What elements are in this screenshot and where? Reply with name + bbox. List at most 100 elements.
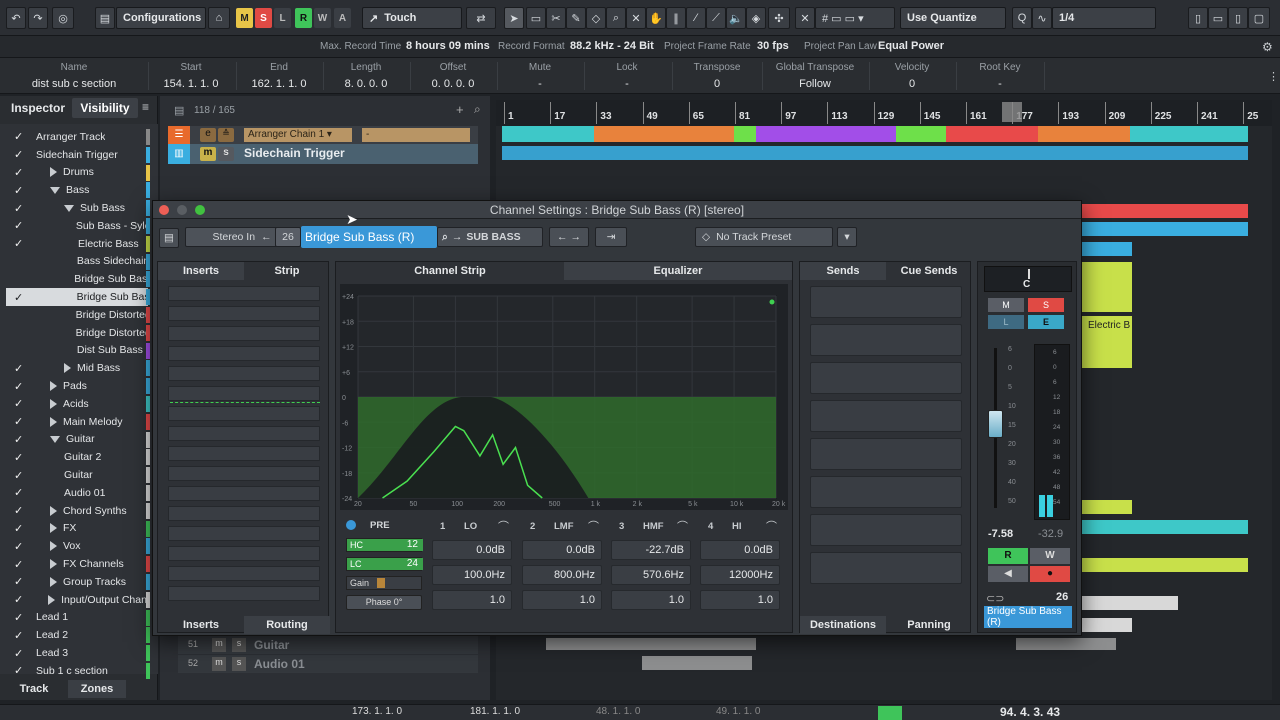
mode-s[interactable]: S xyxy=(255,8,272,28)
listen-button[interactable]: L xyxy=(988,315,1024,329)
audio-part[interactable] xyxy=(1082,222,1248,236)
solo-button[interactable]: s xyxy=(232,657,246,671)
root-key-value[interactable]: - xyxy=(956,78,1044,90)
checkmark-icon[interactable]: ✓ xyxy=(14,611,28,624)
visibility-row[interactable]: ✓ Vox xyxy=(6,537,148,555)
transpose-value[interactable]: 0 xyxy=(672,78,762,90)
mute-button[interactable]: M xyxy=(988,298,1024,312)
sidechain-track-row[interactable]: ▥ m s Sidechain Trigger xyxy=(168,144,478,164)
tab-inserts-bottom[interactable]: Inserts xyxy=(158,616,244,634)
checkmark-icon[interactable]: ✓ xyxy=(14,558,28,571)
arranger-mode-icon[interactable]: ≙ xyxy=(218,128,234,142)
lock-value[interactable]: - xyxy=(584,78,670,90)
layout-left-icon[interactable]: ▯ xyxy=(1188,7,1208,29)
snap-mode-icon[interactable]: ✣ xyxy=(768,7,790,29)
snap-type-dropdown[interactable]: # ▭ ▭ ▾ xyxy=(815,7,895,29)
checkmark-icon[interactable]: ✓ xyxy=(14,148,28,161)
global-transpose-value[interactable]: Follow xyxy=(762,78,868,90)
checkmark-icon[interactable]: ✓ xyxy=(14,629,28,642)
quantize-value-dropdown[interactable]: 1/4 xyxy=(1052,7,1156,29)
checkmark-icon[interactable]: ✓ xyxy=(14,130,28,143)
timeline-ruler[interactable]: 1 17 33 49 65 81 97 113 129 145 161 177 193 209 225 241… xyxy=(496,100,1272,126)
track-preset-dropdown[interactable]: ◇ No Track Preset xyxy=(695,227,833,247)
visibility-row[interactable]: ✓ Sidechain Trigger xyxy=(6,146,148,164)
layout-right-icon[interactable]: ▯ xyxy=(1228,7,1248,29)
checkmark-icon[interactable]: ✓ xyxy=(14,166,28,179)
left-locator[interactable]: 173. 1. 1. 0 xyxy=(352,706,402,717)
link-icon[interactable]: ⇥ xyxy=(595,227,627,247)
audio-part[interactable]: Electric B xyxy=(1082,316,1132,368)
output-routing[interactable]: ⌕ → SUB BASS xyxy=(437,227,543,247)
home-icon[interactable]: ⌂ xyxy=(208,7,230,29)
checkmark-icon[interactable]: ✓ xyxy=(14,202,28,215)
visibility-row[interactable]: ✓ Electric Bass xyxy=(6,235,148,253)
write-automation-button[interactable]: W xyxy=(1030,548,1070,564)
color-tool-icon[interactable]: ◈ xyxy=(746,7,766,29)
pointer-tool-icon[interactable]: ➤ xyxy=(504,7,524,29)
audio-part[interactable] xyxy=(1082,242,1132,256)
tab-strip[interactable]: Strip xyxy=(244,262,330,280)
cycle-marker[interactable] xyxy=(1002,102,1022,122)
visibility-row[interactable]: Bass Sidechain xyxy=(6,253,148,271)
visibility-row[interactable]: ✓ Group Tracks xyxy=(6,573,148,591)
velocity-value[interactable]: 0 xyxy=(869,78,955,90)
send-slot[interactable] xyxy=(810,438,962,470)
insert-slot[interactable] xyxy=(168,446,320,461)
eq-band-shape-icon[interactable]: ⌒ xyxy=(677,518,688,534)
audio-part[interactable] xyxy=(642,656,752,670)
track-row-guitar[interactable]: 51 m s Guitar xyxy=(178,636,478,654)
add-track-icon[interactable]: + xyxy=(456,102,464,117)
send-slot[interactable] xyxy=(810,324,962,356)
visibility-row[interactable]: Dist Sub Bass - xyxy=(6,342,148,360)
history-icon[interactable]: ◎ xyxy=(52,7,74,29)
eq-q-field[interactable]: 1.0 xyxy=(522,590,602,610)
audio-part[interactable] xyxy=(1082,500,1132,514)
pen-tool-icon[interactable]: ✎ xyxy=(566,7,586,29)
checkmark-icon[interactable]: ✓ xyxy=(14,397,28,410)
visibility-row[interactable]: ✓ Mid Bass xyxy=(6,359,148,377)
channel-number[interactable]: 26 xyxy=(275,227,301,247)
tab-sends[interactable]: Sends xyxy=(800,262,886,280)
eraser-tool-icon[interactable]: ◇ xyxy=(586,7,606,29)
eq-freq-field[interactable]: 12000Hz xyxy=(700,565,780,585)
minimize-icon[interactable] xyxy=(177,205,187,215)
mode-r[interactable]: R xyxy=(295,8,312,28)
visibility-row[interactable]: ✓ Guitar xyxy=(6,431,148,449)
visibility-row[interactable]: ✓ Main Melody xyxy=(6,413,148,431)
midi-part[interactable] xyxy=(502,146,1248,160)
nav-arrows[interactable]: ← → xyxy=(549,227,589,247)
edit-icon[interactable]: e xyxy=(200,128,216,142)
chevron-down-icon[interactable]: ▾ xyxy=(837,227,857,247)
insert-slot[interactable] xyxy=(168,346,320,361)
time-display[interactable]: 94. 4. 3. 43 xyxy=(1000,705,1060,719)
zoom-tool-icon[interactable]: ⌕ xyxy=(606,7,626,29)
mute-value[interactable]: - xyxy=(497,78,583,90)
swing-icon[interactable]: ∿ xyxy=(1032,7,1052,29)
pan-control[interactable]: C xyxy=(984,266,1072,292)
arranger-segment[interactable] xyxy=(946,126,1038,142)
arranger-segment[interactable] xyxy=(734,126,756,142)
insert-slot[interactable] xyxy=(168,406,320,421)
window-title-bar[interactable]: Channel Settings : Bridge Sub Bass (R) [… xyxy=(153,201,1081,219)
expand-icon[interactable] xyxy=(50,167,57,178)
visibility-row[interactable]: ✓ Bass xyxy=(6,181,148,199)
checkmark-icon[interactable]: ✓ xyxy=(14,504,28,517)
eq-q-field[interactable]: 1.0 xyxy=(700,590,780,610)
mute-tool-icon[interactable]: ✕ xyxy=(626,7,646,29)
insert-slot[interactable] xyxy=(168,326,320,341)
channel-name-field[interactable]: Bridge Sub Bass (R) xyxy=(301,226,437,248)
read-automation-button[interactable]: R xyxy=(988,548,1028,564)
right-locator[interactable]: 181. 1. 1. 0 xyxy=(470,706,520,717)
tab-cue-sends[interactable]: Cue Sends xyxy=(886,262,972,280)
checkmark-icon[interactable]: ✓ xyxy=(14,486,28,499)
visibility-row[interactable]: ✓ Input/Output Chann xyxy=(6,591,148,609)
peak-value[interactable]: -32.9 xyxy=(1038,528,1063,540)
insert-slot[interactable] xyxy=(168,586,320,601)
visibility-row[interactable]: ✓ Sub Bass - Syle xyxy=(6,217,148,235)
tab-inserts[interactable]: Inserts xyxy=(158,262,244,280)
visibility-row[interactable]: ✓ Pads xyxy=(6,377,148,395)
expand-icon[interactable] xyxy=(50,416,57,427)
checkmark-icon[interactable]: ✓ xyxy=(14,362,28,375)
collapse-icon[interactable] xyxy=(50,186,60,194)
more-icon[interactable]: ⋮ xyxy=(1268,70,1279,83)
